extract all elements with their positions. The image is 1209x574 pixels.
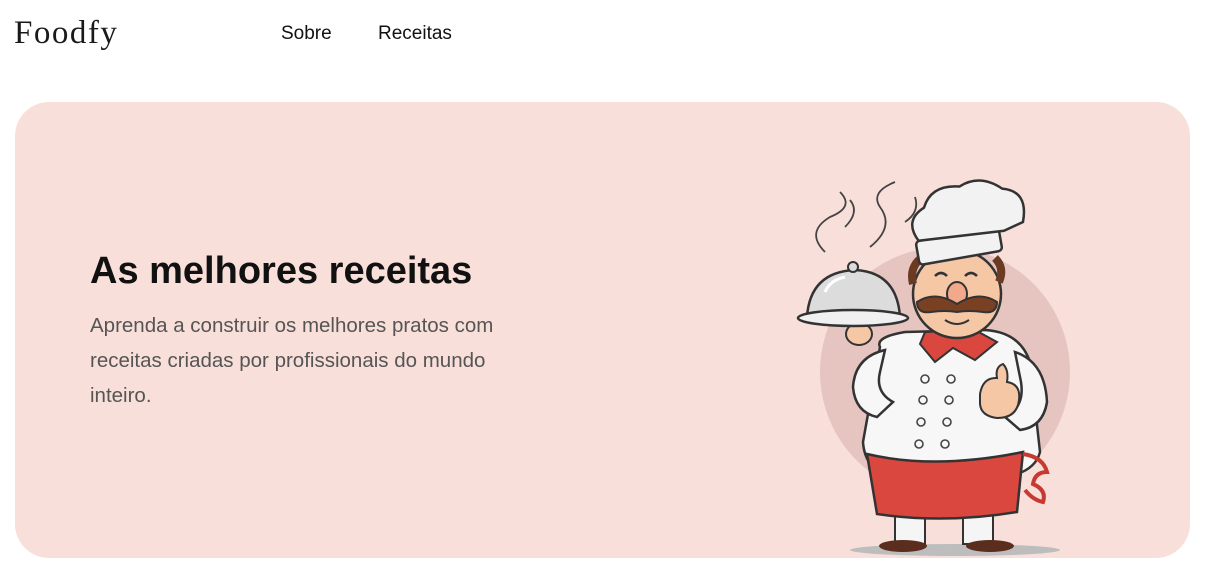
hero-title: As melhores receitas [90,250,473,292]
hero-description: Aprenda a construir os melhores pratos c… [90,314,494,407]
nav-link-sobre[interactable]: Sobre [281,22,332,46]
chef-illustration [796,179,1070,556]
header: Foodfy Sobre Receitas [0,0,1209,70]
nav-link-receitas[interactable]: Receitas [378,22,452,46]
hero-banner: As melhores receitas Aprenda a construir… [15,102,1190,558]
logo[interactable]: Foodfy [14,13,118,53]
